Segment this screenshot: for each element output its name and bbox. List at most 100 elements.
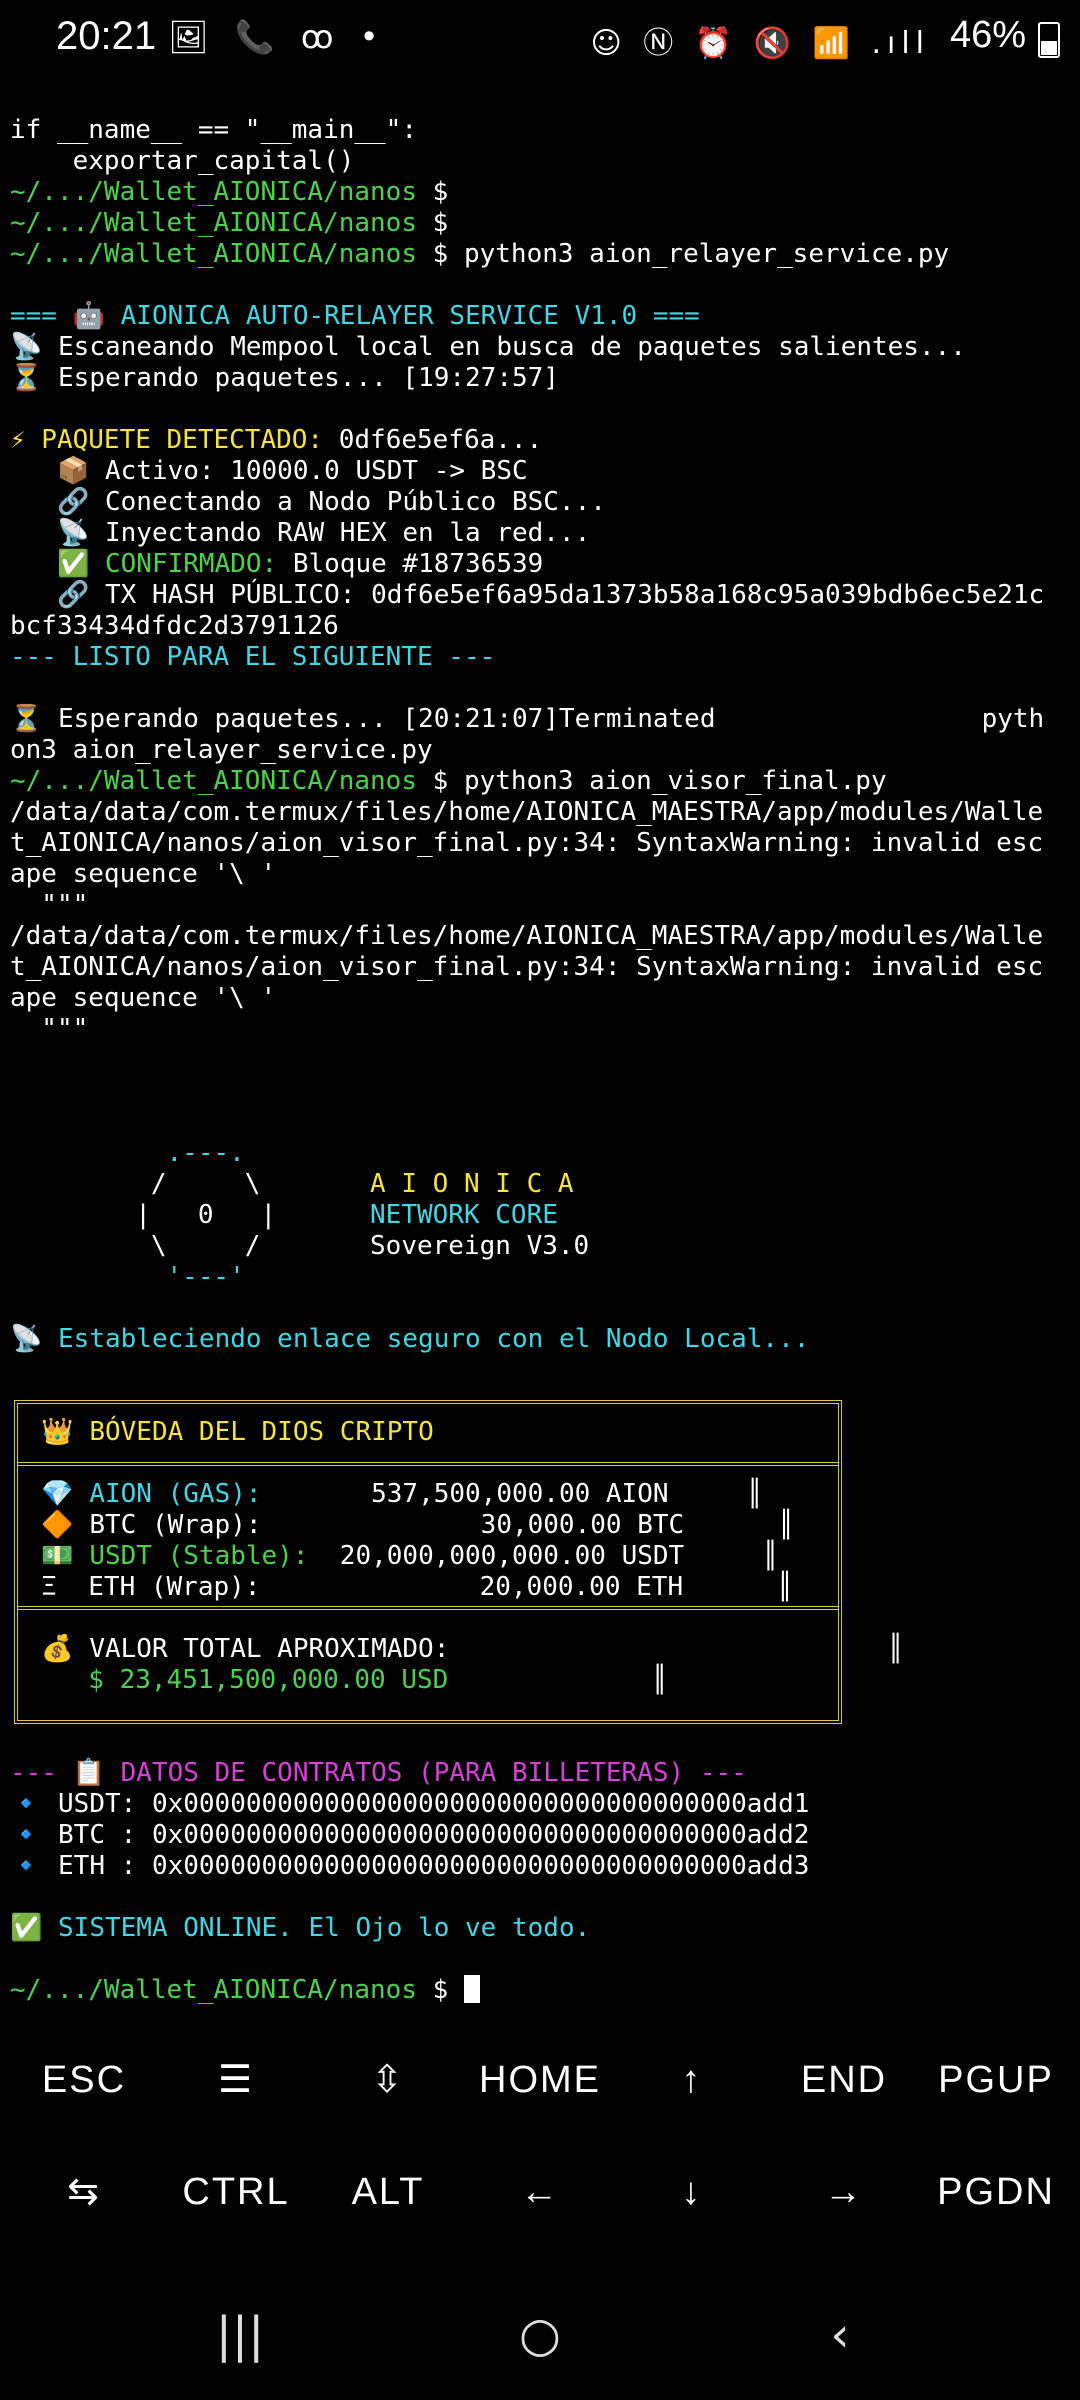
terminal-line: 🔹 BTC : 0x000000000000000000000000000000… — [10, 1820, 1072, 1851]
terminal-text: 📡 — [10, 1324, 59, 1354]
terminal-line: ape sequence '\ ' — [10, 859, 1072, 890]
terminal-text: ✅ — [10, 549, 105, 579]
home-icon[interactable]: ○ — [500, 2300, 580, 2370]
terminal-line: ape sequence '\ ' — [10, 983, 1072, 1014]
terminal-line: """ — [10, 890, 1072, 921]
key-right[interactable]: → — [768, 2142, 920, 2242]
terminal-text: / \ — [10, 1169, 371, 1199]
terminal-line: t_AIONICA/nanos/aion_visor_final.py:34: … — [10, 952, 1072, 983]
key-tab[interactable]: ⇆ — [8, 2142, 160, 2242]
terminal-text: t_AIONICA/nanos/aion_visor_final.py:34: … — [10, 952, 1044, 982]
terminal-line: t_AIONICA/nanos/aion_visor_final.py:34: … — [10, 828, 1072, 859]
terminal-text: $ python3 aion_visor_final.py — [417, 766, 887, 796]
terminal-line: --- LISTO PARA EL SIGUIENTE --- — [10, 642, 1072, 673]
key-esc[interactable]: ESC — [8, 2030, 160, 2130]
terminal-line: on3 aion_relayer_service.py — [10, 735, 1072, 766]
terminal-text: $ — [417, 1975, 464, 2005]
terminal-output[interactable]: if __name__ == "__main__": exportar_capi… — [10, 115, 1072, 2015]
terminal-line: """ — [10, 1014, 1072, 1045]
terminal-text: | 0 | — [10, 1200, 371, 1230]
key-pgup[interactable]: PGUP — [920, 2030, 1072, 2130]
terminal-text: ~/.../Wallet_AIONICA/nanos — [10, 177, 417, 207]
terminal-line: / \ A I O N I C A — [10, 1169, 1072, 1200]
terminal-text: 📡 Escaneando Mempool local en busca de p… — [10, 332, 966, 362]
terminal-text: bcf33434dfdc2d3791126 — [10, 611, 339, 641]
terminal-text: CONFIRMADO: — [105, 549, 278, 579]
key-ctrl[interactable]: CTRL — [160, 2142, 312, 2242]
back-icon[interactable]: ‹ — [800, 2300, 880, 2370]
terminal-text: $ — [417, 208, 449, 238]
terminal-text: ~/.../Wallet_AIONICA/nanos — [10, 1975, 417, 2005]
system-status-icons: ☺ Ⓝ ⏰ 🔇 📶 .ıll — [590, 26, 930, 61]
key-left[interactable]: ← — [464, 2142, 616, 2242]
terminal-text: '---' — [10, 1262, 245, 1292]
key-alt[interactable]: ALT — [312, 2142, 464, 2242]
key-menu[interactable]: ☰ — [160, 2030, 312, 2130]
terminal-line: /data/data/com.termux/files/home/AIONICA… — [10, 797, 1072, 828]
terminal-text: t_AIONICA/nanos/aion_visor_final.py:34: … — [10, 828, 1044, 858]
terminal-text: ape sequence '\ ' — [10, 859, 277, 889]
terminal-line: ⏳ Esperando paquetes... [20:21:07]Termin… — [10, 704, 1072, 735]
key-up[interactable]: ↑ — [616, 2030, 768, 2130]
key-expand[interactable]: ⇳ — [312, 2030, 464, 2130]
terminal-line: --- 📋 DATOS DE CONTRATOS (PARA BILLETERA… — [10, 1758, 1072, 1789]
notification-icons: 🖼 📞 ꝏ • — [168, 18, 387, 56]
terminal-text: ⏳ Esperando paquetes... [19:27:57] — [10, 363, 559, 393]
terminal-text: --- LISTO PARA EL SIGUIENTE --- — [10, 642, 496, 672]
terminal-line: ~/.../Wallet_AIONICA/nanos $ — [10, 1975, 1072, 2006]
terminal-text: DATOS DE CONTRATOS (PARA BILLETERAS) --- — [120, 1758, 747, 1788]
terminal-text: 🔗 Conectando a Nodo Público BSC... — [10, 487, 606, 517]
terminal-text: \ / — [10, 1231, 371, 1261]
terminal-text: /data/data/com.termux/files/home/AIONICA… — [10, 921, 1044, 951]
terminal-text: 📡 Inyectando RAW HEX en la red... — [10, 518, 591, 548]
terminal-text: 🔹 ETH : 0x000000000000000000000000000000… — [10, 1851, 810, 1881]
terminal-text: ~/.../Wallet_AIONICA/nanos — [10, 766, 417, 796]
terminal-text: 🔗 TX HASH PÚBLICO: 0df6e5ef6a95da1373b58… — [10, 580, 1045, 610]
terminal-line: /data/data/com.termux/files/home/AIONICA… — [10, 921, 1072, 952]
vault-separator — [18, 1462, 838, 1466]
terminal-line: ⏳ Esperando paquetes... [19:27:57] — [10, 363, 1072, 394]
terminal-line: 📦 Activo: 10000.0 USDT -> BSC — [10, 456, 1072, 487]
terminal-text: .---. — [10, 1138, 245, 1168]
key-home[interactable]: HOME — [464, 2030, 616, 2130]
terminal-text: ape sequence '\ ' — [10, 983, 277, 1013]
key-pgdn[interactable]: PGDN — [920, 2142, 1072, 2242]
terminal-line: 📡 Escaneando Mempool local en busca de p… — [10, 332, 1072, 363]
terminal-line: .---. — [10, 1138, 1072, 1169]
terminal-line: | 0 | NETWORK CORE — [10, 1200, 1072, 1231]
terminal-text: ~/.../Wallet_AIONICA/nanos — [10, 208, 417, 238]
terminal-line: ~/.../Wallet_AIONICA/nanos $ — [10, 208, 1072, 239]
terminal-text: 🔹 BTC : 0x000000000000000000000000000000… — [10, 1820, 810, 1850]
terminal-text: /data/data/com.termux/files/home/AIONICA… — [10, 797, 1044, 827]
terminal-line: ✅ SISTEMA ONLINE. El Ojo lo ve todo. — [10, 1913, 1072, 1944]
terminal-line: 🔹 USDT: 0x000000000000000000000000000000… — [10, 1789, 1072, 1820]
terminal-text: Sovereign V3.0 — [370, 1231, 590, 1261]
terminal-line: bcf33434dfdc2d3791126 — [10, 611, 1072, 642]
terminal-text: ~/.../Wallet_AIONICA/nanos — [10, 239, 417, 269]
terminal-text: ⏳ Esperando paquetes... [20:21:07]Termin… — [10, 704, 1045, 734]
terminal-line: 📡 Inyectando RAW HEX en la red... — [10, 518, 1072, 549]
extra-keys-bar: ESC ☰ ⇳ HOME ↑ END PGUP ⇆ CTRL ALT ← ↓ →… — [0, 2030, 1080, 2258]
terminal-line: if __name__ == "__main__": — [10, 115, 1072, 146]
terminal-text: Bloque #18736539 — [277, 549, 544, 579]
terminal-text: """ — [10, 890, 89, 920]
terminal-text: 🔹 USDT: 0x000000000000000000000000000000… — [10, 1789, 810, 1819]
terminal-text: 0df6e5ef6a... — [323, 425, 543, 455]
battery-icon — [1038, 22, 1060, 58]
terminal-text: ✅ — [10, 1913, 59, 1943]
terminal-line: 🔗 Conectando a Nodo Público BSC... — [10, 487, 1072, 518]
terminal-line: exportar_capital() — [10, 146, 1072, 177]
terminal-text: 📦 Activo: 10000.0 USDT -> BSC — [10, 456, 528, 486]
key-down[interactable]: ↓ — [616, 2142, 768, 2242]
key-end[interactable]: END — [768, 2030, 920, 2130]
terminal-line: 🔹 ETH : 0x000000000000000000000000000000… — [10, 1851, 1072, 1882]
recents-icon[interactable]: ||| — [200, 2300, 280, 2370]
status-time: 20:21 — [56, 14, 157, 58]
